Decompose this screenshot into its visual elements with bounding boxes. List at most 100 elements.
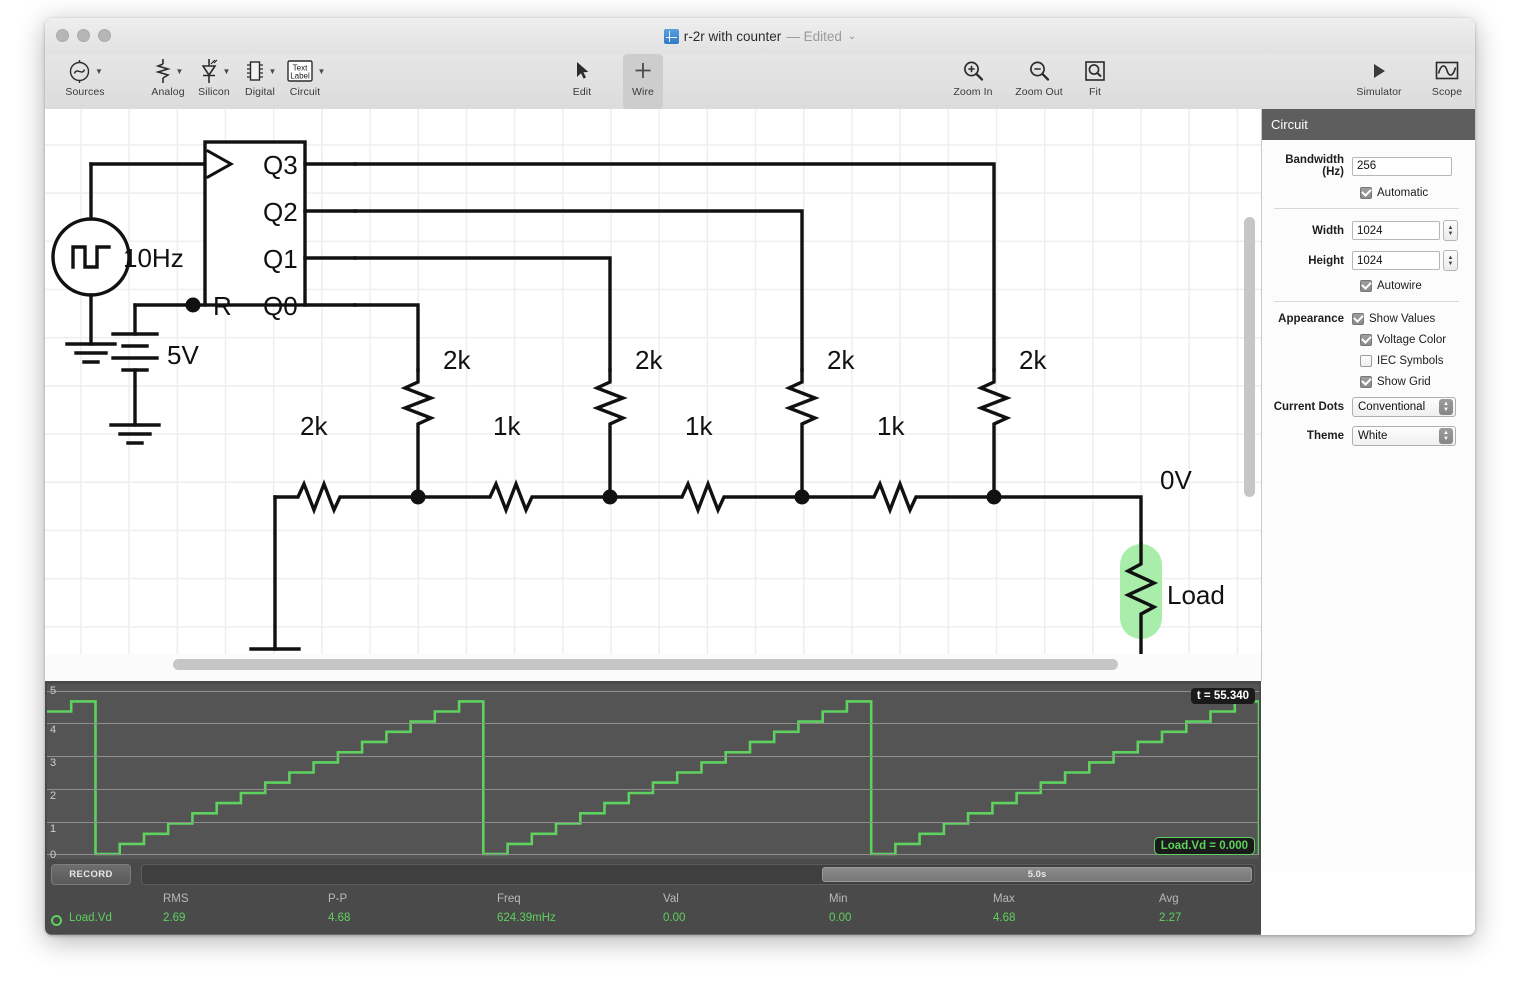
automatic-row[interactable]: Automatic: [1268, 187, 1465, 199]
y-tick-1: 1: [50, 823, 57, 835]
toolbar-scope-label: Scope: [1431, 86, 1463, 98]
toolbar-zoom-in[interactable]: Zoom In: [942, 54, 1004, 109]
ground-source: [65, 342, 117, 364]
timebase-track[interactable]: 5.0s: [141, 864, 1255, 885]
wire-q3-to-2k: [353, 162, 996, 372]
canvas-vertical-scrollbar[interactable]: [1244, 217, 1255, 497]
pin-label-q0: Q0: [263, 291, 298, 321]
show-grid-checkbox[interactable]: [1360, 376, 1372, 388]
show-values-checkbox[interactable]: [1352, 313, 1364, 325]
current-dots-select[interactable]: Conventional ▲ ▼: [1352, 397, 1456, 417]
voltage-color-row[interactable]: Voltage Color: [1268, 334, 1465, 346]
measurement-header-rms: RMS: [163, 893, 189, 905]
toolbar-edit-label: Edit: [572, 86, 592, 98]
ac-source-icon: [67, 59, 92, 84]
measurement-value-val: 0.00: [663, 912, 686, 924]
load-label: Load: [1167, 580, 1225, 610]
appearance-label: Appearance: [1278, 313, 1344, 325]
trace-enable-toggle[interactable]: [51, 915, 62, 926]
toolbar-silicon-label: Silicon: [198, 86, 230, 98]
theme-select[interactable]: White ▲ ▼: [1352, 426, 1456, 446]
height-input[interactable]: 1024: [1352, 251, 1440, 270]
width-stepper[interactable]: ▲ ▼: [1443, 220, 1458, 241]
source-label: 10Hz: [123, 243, 184, 273]
measurement-value-rms: 2.69: [163, 912, 186, 924]
height-row: Height 1024 ▲ ▼: [1268, 250, 1465, 271]
junction-dot: [602, 489, 618, 505]
measurement-header-max: Max: [993, 893, 1015, 905]
automatic-label: Automatic: [1377, 187, 1429, 199]
canvas-horizontal-scrollbar-track[interactable]: [45, 654, 1262, 681]
toolbar-circuit[interactable]: Text Label ▼ Circuit: [277, 54, 333, 109]
magnifier-minus-icon: [1027, 59, 1051, 83]
gridline-5: [47, 691, 1259, 692]
iec-symbols-checkbox[interactable]: [1360, 355, 1372, 367]
autowire-row[interactable]: Autowire: [1268, 280, 1465, 292]
source-symbol: [51, 217, 131, 297]
wire-q1-to-2k: [353, 256, 612, 372]
gridline-4: [47, 723, 1259, 724]
series-resistor-1k-2: [608, 479, 804, 515]
bandwidth-input[interactable]: 256: [1352, 156, 1452, 176]
height-stepper[interactable]: ▲ ▼: [1443, 250, 1458, 271]
inspector-title: Circuit: [1271, 117, 1308, 132]
document-title-group: r-2r with counter — Edited ⌄: [45, 18, 1475, 54]
toolbar-analog-label: Analog: [151, 86, 185, 98]
timebase-slider[interactable]: 5.0s: [822, 867, 1252, 882]
silicon-chevron-down-icon[interactable]: ▼: [223, 67, 231, 76]
document-title: r-2r with counter: [683, 28, 782, 44]
analog-chevron-down-icon[interactable]: ▼: [176, 67, 184, 76]
toolbar-wire-mode[interactable]: Wire: [623, 54, 663, 109]
automatic-checkbox[interactable]: [1360, 187, 1372, 199]
schematic-canvas[interactable]: Q3 Q2 Q1 Q0 R 10Hz 5V 2k 2k 2k 2k 2k 1k …: [45, 109, 1262, 654]
measurement-value-freq: 624.39mHz: [497, 912, 556, 924]
title-chevron-down-icon[interactable]: ⌄: [848, 31, 856, 42]
divider-2: [1274, 301, 1459, 302]
theme-chevron-icon: ▲ ▼: [1439, 428, 1453, 444]
iec-symbols-row[interactable]: IEC Symbols: [1268, 355, 1465, 367]
current-dots-label: Current Dots: [1273, 401, 1344, 413]
junction-dot-reset: [185, 297, 201, 313]
gridline-3: [47, 756, 1259, 757]
width-row: Width 1024 ▲ ▼: [1268, 220, 1465, 241]
toolbar-fit[interactable]: Fit: [1073, 54, 1117, 109]
shunt-resistor-2: [592, 368, 628, 499]
title-bar: r-2r with counter — Edited ⌄: [45, 18, 1475, 54]
width-input[interactable]: 1024: [1352, 221, 1440, 240]
autowire-label: Autowire: [1377, 280, 1422, 292]
toolbar-zoom-out[interactable]: Zoom Out: [1004, 54, 1074, 109]
show-values-label: Show Values: [1369, 313, 1436, 325]
toolbar-scope[interactable]: Scope: [1420, 54, 1474, 109]
trace-label: Load.Vd: [69, 912, 112, 924]
app-window: r-2r with counter — Edited ⌄ ▼ Sources ▼…: [45, 18, 1475, 935]
junction-dot: [794, 489, 810, 505]
shunt-label-3: 2k: [827, 345, 855, 375]
toolbar-sources[interactable]: ▼ Sources: [55, 54, 115, 109]
y-tick-4: 4: [50, 724, 57, 736]
show-grid-row[interactable]: Show Grid: [1268, 376, 1465, 388]
scope-plot[interactable]: 5 4 3 2 1 0 t = 55.340 Load.Vd = 0.000: [47, 684, 1259, 859]
svg-text:Label: Label: [290, 72, 310, 81]
series-resistor-2k: [273, 479, 420, 515]
measurement-header-pp: P-P: [328, 893, 348, 905]
play-triangle-icon: [1368, 60, 1390, 82]
current-dots-value: Conventional: [1358, 401, 1426, 413]
record-button[interactable]: RECORD: [51, 864, 131, 885]
canvas-horizontal-scrollbar[interactable]: [173, 659, 1118, 670]
pin-label-q2: Q2: [263, 197, 298, 227]
toolbar-simulator[interactable]: Simulator: [1345, 54, 1413, 109]
iec-symbols-label: IEC Symbols: [1377, 355, 1444, 367]
circuit-chevron-down-icon[interactable]: ▼: [318, 67, 326, 76]
toolbar-edit-mode[interactable]: Edit: [557, 54, 607, 109]
wire-rail-to-load: [992, 495, 1143, 546]
measurement-value-pp: 4.68: [328, 912, 351, 924]
digital-chevron-down-icon[interactable]: ▼: [269, 67, 277, 76]
sources-chevron-down-icon[interactable]: ▼: [95, 67, 103, 76]
shunt-resistor-3: [784, 368, 820, 499]
battery-label: 5V: [167, 340, 199, 370]
autowire-checkbox[interactable]: [1360, 280, 1372, 292]
gridline-0: [47, 854, 1259, 855]
voltage-color-checkbox[interactable]: [1360, 334, 1372, 346]
pin-label-reset: R: [213, 291, 232, 321]
wire-q0-to-2k: [353, 303, 420, 372]
